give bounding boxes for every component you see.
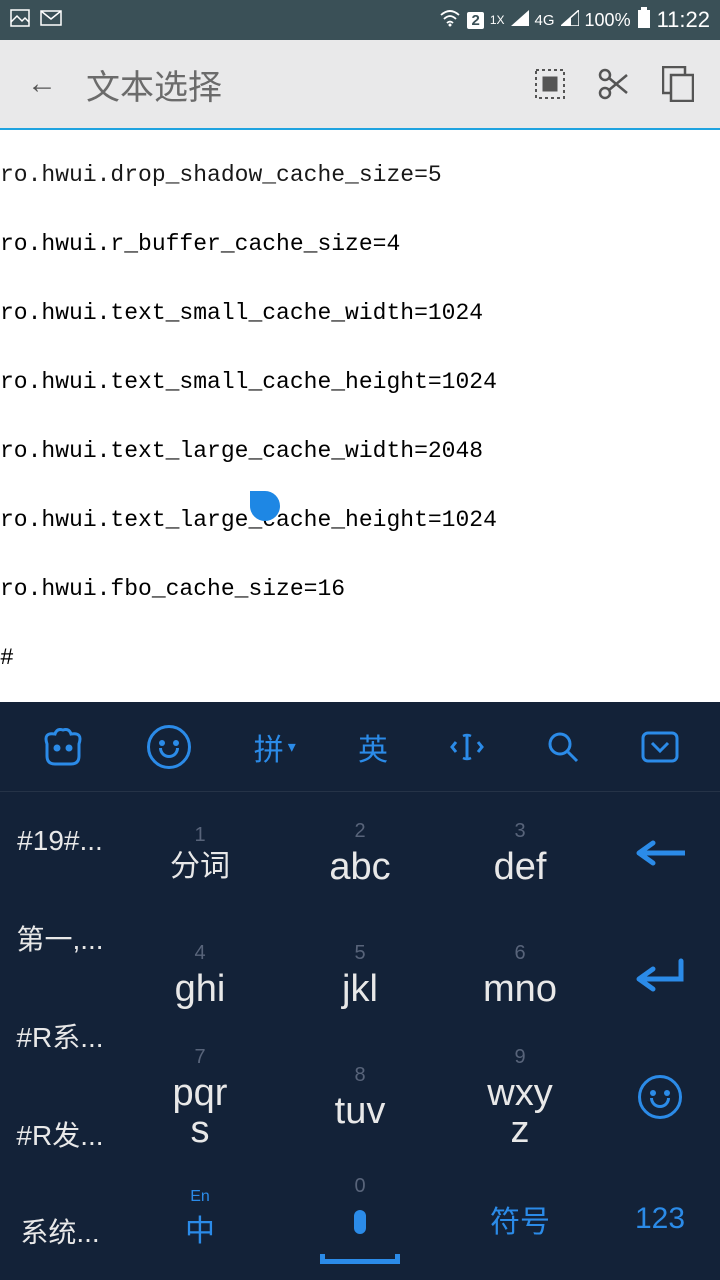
baidu-logo-icon	[41, 728, 85, 766]
key-1[interactable]: 1分词	[120, 792, 280, 914]
emoji-icon	[147, 725, 191, 769]
editor-line[interactable]: ro.hwui.text_large_cache_width=2048	[0, 440, 720, 463]
candidate-key[interactable]: #R系...	[0, 987, 120, 1085]
battery-percent: 100%	[585, 10, 631, 31]
battery-icon	[637, 7, 651, 34]
cursor-move-icon	[450, 732, 484, 762]
editor-line[interactable]: #	[0, 647, 720, 670]
key-4[interactable]: 4ghi	[120, 914, 280, 1036]
language-key[interactable]: En中	[120, 1158, 280, 1280]
search-tab[interactable]	[547, 731, 579, 763]
emoji-key[interactable]	[600, 1036, 720, 1158]
microphone-icon	[337, 1204, 383, 1250]
enter-icon	[633, 957, 687, 993]
select-all-icon	[534, 68, 566, 100]
editor-line[interactable]: ro.hwui.drop_shadow_cache_size=5	[0, 164, 720, 187]
status-bar: 2 1X 4G 100% 11:22	[0, 0, 720, 40]
key-8[interactable]: 8tuv	[280, 1036, 440, 1158]
sim-card-indicator: 2	[467, 12, 483, 29]
back-button[interactable]: ←	[22, 64, 62, 104]
key-2[interactable]: 2abc	[280, 792, 440, 914]
clock: 11:22	[657, 7, 710, 33]
key-9[interactable]: 9wxy z	[440, 1036, 600, 1158]
search-icon	[547, 731, 579, 763]
emoji-tab[interactable]	[147, 725, 191, 769]
image-icon	[10, 9, 30, 32]
key-3[interactable]: 3def	[440, 792, 600, 914]
editor-line[interactable]: ro.hwui.text_small_cache_height=1024	[0, 371, 720, 394]
copy-button[interactable]	[658, 64, 698, 104]
copy-icon	[662, 66, 694, 102]
wifi-icon	[439, 9, 461, 32]
keyboard: 拼▾ 英 #19#...第一,...#R系...#R发...系统... 1分词2a…	[0, 702, 720, 1280]
key-7[interactable]: 7pqr s	[120, 1036, 280, 1158]
signal-icon	[511, 10, 529, 31]
symbols-key[interactable]: 符号	[440, 1158, 600, 1280]
editor-line[interactable]: ro.hwui.fbo_cache_size=16	[0, 578, 720, 601]
page-title: 文本选择	[86, 60, 506, 109]
app-bar: ← 文本选择	[0, 40, 720, 128]
voice-input-key[interactable]: 0	[280, 1158, 440, 1280]
scissors-icon	[597, 67, 631, 101]
baidu-logo-button[interactable]	[41, 728, 85, 766]
enter-key[interactable]	[600, 914, 720, 1036]
editor-line[interactable]: ro.hwui.text_large_cache_height=1024	[0, 509, 720, 532]
signal-1x-label: 1X	[490, 13, 505, 27]
numeric-key[interactable]: 123	[600, 1158, 720, 1280]
arrow-left-icon: ←	[27, 67, 57, 101]
backspace-key[interactable]	[600, 792, 720, 914]
signal-icon-2	[561, 10, 579, 31]
candidate-key[interactable]: 系统...	[0, 1182, 120, 1280]
key-6[interactable]: 6mno	[440, 914, 600, 1036]
cut-button[interactable]	[594, 64, 634, 104]
collapse-keyboard-button[interactable]	[641, 731, 679, 763]
chevron-down-box-icon	[641, 731, 679, 763]
candidate-key[interactable]: #R发...	[0, 1085, 120, 1183]
candidate-key[interactable]: 第一,...	[0, 890, 120, 988]
backspace-icon	[633, 840, 687, 866]
network-4g-label: 4G	[535, 12, 555, 29]
editor-line[interactable]: ro.hwui.r_buffer_cache_size=4	[0, 233, 720, 256]
keyboard-toolbar: 拼▾ 英	[0, 702, 720, 792]
pinyin-tab[interactable]: 拼▾	[254, 725, 296, 769]
select-all-button[interactable]	[530, 64, 570, 104]
selection-handle[interactable]	[250, 491, 280, 521]
key-5[interactable]: 5jkl	[280, 914, 440, 1036]
editor-line[interactable]: ro.hwui.text_small_cache_width=1024	[0, 302, 720, 325]
english-tab[interactable]: 英	[358, 725, 388, 769]
mail-icon	[40, 10, 62, 31]
text-editor[interactable]: ro.hwui.drop_shadow_cache_size=5 ro.hwui…	[0, 130, 720, 702]
cursor-tab[interactable]	[450, 732, 484, 762]
candidate-key[interactable]: #19#...	[0, 792, 120, 890]
emoji-icon	[638, 1075, 682, 1119]
